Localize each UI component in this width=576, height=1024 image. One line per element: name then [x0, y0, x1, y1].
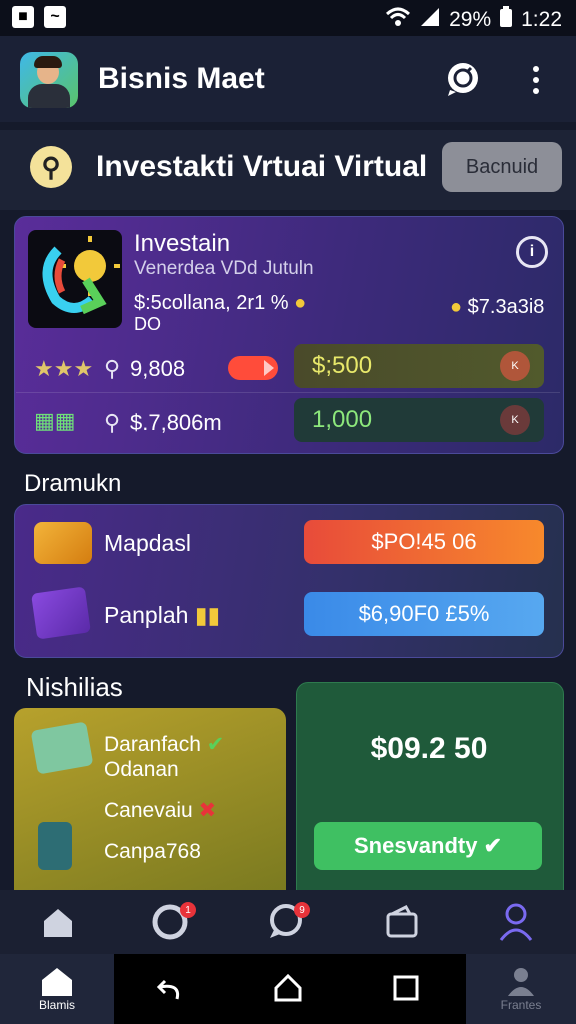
- clock: 1:22: [521, 8, 562, 31]
- program-button-1[interactable]: $PO!45 06: [304, 520, 544, 564]
- arrow-right-icon[interactable]: [228, 356, 278, 380]
- coin-icon: ●: [294, 292, 307, 314]
- home-icon: [42, 968, 72, 996]
- tab-home-icon[interactable]: [38, 902, 78, 942]
- info-icon[interactable]: i: [516, 236, 548, 268]
- nav-home-label: Blamis: [38, 998, 75, 1012]
- investment-value: ● $7.3a3i8: [450, 296, 545, 318]
- search-icon-2: ⚲: [104, 410, 121, 435]
- battery-text: 29%: [449, 8, 492, 31]
- home-nav-icon[interactable]: [266, 966, 310, 1010]
- program-title-1: Mapdasl: [104, 530, 191, 556]
- status-bar: ■ ~ 29% 1:22: [0, 0, 576, 36]
- signal-icon: [419, 6, 441, 34]
- notification-icon-2: ~: [44, 6, 66, 28]
- section-title: Investakti Vrtuai Virtual: [96, 150, 428, 183]
- wifi-icon: [385, 6, 411, 34]
- investment-title: Investain: [134, 230, 231, 257]
- tab-wallet-icon[interactable]: [382, 902, 422, 942]
- badge-icon-2: K: [500, 405, 530, 435]
- tiles-icon: ▦▦: [34, 408, 76, 433]
- phone-icon: [38, 822, 72, 870]
- green-action-button[interactable]: Snesvandty ✔: [314, 822, 542, 870]
- investment-subtitle: Venerdea VDd Jutuln: [134, 258, 314, 279]
- nav-profile-button[interactable]: Frantes: [466, 954, 576, 1024]
- profile-icon: [508, 968, 534, 996]
- check-circle-icon: ✔: [483, 833, 503, 858]
- key-icon: ⚲: [30, 146, 72, 188]
- check-icon: ✔: [206, 733, 225, 756]
- badge-icon: K: [500, 351, 530, 381]
- tab-portfolio-icon[interactable]: 1: [150, 902, 196, 942]
- chat-icon[interactable]: [444, 60, 482, 98]
- program-title-2: Panplah ▮▮: [104, 602, 221, 628]
- tab-chat-icon[interactable]: 9: [266, 902, 310, 942]
- gift-icon: [31, 586, 91, 640]
- back-icon[interactable]: [148, 966, 192, 1010]
- app-title: Bisnis Maet: [98, 62, 265, 95]
- close-icon: ✖: [198, 799, 217, 822]
- green-value: $09.2 50: [370, 732, 488, 765]
- nav-profile-label: Frantes: [500, 998, 542, 1012]
- notification-badge-2: 9: [294, 902, 310, 918]
- notification-badge: 1: [180, 902, 196, 918]
- battery-icon: [499, 6, 513, 34]
- more-options-icon[interactable]: [524, 62, 548, 98]
- divider: [16, 392, 560, 393]
- investment-rate: $:5collana, 2r1 % ●: [134, 292, 307, 314]
- investment-line2: DO: [134, 314, 161, 334]
- app-logo-icon: [20, 52, 78, 108]
- stars-icon: ★★★: [34, 356, 94, 381]
- programs-label: Dramukn: [24, 470, 122, 497]
- row1-value: 9,808: [130, 356, 186, 381]
- app-bar: [0, 36, 576, 122]
- tab-profile-icon[interactable]: [496, 902, 536, 942]
- bars-icon: ▮▮: [194, 602, 221, 628]
- section-action-button[interactable]: Bacnuid: [442, 142, 562, 192]
- search-icon: ⚲: [104, 356, 121, 381]
- row2-value: $.7,806m: [130, 410, 222, 435]
- wallet-icon: [34, 522, 92, 564]
- investment-image: [28, 230, 122, 328]
- amount-field-2[interactable]: 1,000 K: [294, 398, 544, 442]
- yellow-line-2: Odanan: [104, 758, 179, 781]
- yellow-line-1: Daranfach ✔: [104, 733, 225, 756]
- ms-section-label: Nishilias: [26, 672, 123, 702]
- program-button-2[interactable]: $6,90F0 £5%: [304, 592, 544, 636]
- amount-field-1[interactable]: $;500 K: [294, 344, 544, 388]
- coin-icon-2: ●: [450, 296, 463, 318]
- recents-icon[interactable]: [384, 966, 428, 1010]
- yellow-line-4: Canpa768: [104, 840, 201, 863]
- yellow-line-3: Canevaiu ✖: [104, 799, 217, 822]
- notification-icon: ■: [12, 6, 34, 28]
- nav-home-button[interactable]: Blamis: [0, 954, 114, 1024]
